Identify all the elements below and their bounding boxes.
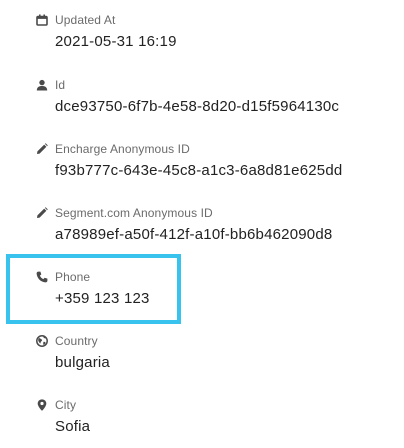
field-value-city: Sofia (55, 418, 91, 435)
map-pin-icon (35, 398, 49, 412)
pencil-icon (35, 206, 49, 220)
field-value-segment-anonymous-id: a78989ef-a50f-412f-a10f-bb6b462090d8 (55, 226, 333, 243)
field-header: Encharge Anonymous ID (30, 142, 190, 156)
field-label-city: City (55, 398, 77, 412)
field-value-encharge-anonymous-id: f93b777c-643e-45c8-a1c3-6a8d81e625dd (55, 162, 343, 179)
field-header: Country (30, 334, 98, 348)
user-icon (35, 78, 49, 92)
field-value-id: dce93750-6f7b-4e58-8d20-d15f5964130c (55, 98, 340, 115)
phone-icon (35, 270, 49, 284)
field-label-phone: Phone (55, 270, 91, 284)
globe-icon (35, 334, 49, 348)
field-header: City (30, 398, 76, 412)
field-value-country: bulgaria (55, 354, 110, 371)
field-value-phone: +359 123 123 (55, 290, 150, 307)
field-segment-anonymous-id: Segment.com Anonymous ID a78989ef-a50f-4… (30, 206, 390, 256)
field-header: Updated At (30, 13, 115, 27)
field-country: Country bulgaria (30, 334, 390, 384)
calendar-icon (35, 13, 49, 27)
field-label-updated-at: Updated At (55, 13, 116, 27)
field-id: Id dce93750-6f7b-4e58-8d20-d15f5964130c (30, 78, 390, 128)
pencil-icon (35, 142, 49, 156)
field-header: Phone (30, 270, 90, 284)
field-header: Segment.com Anonymous ID (30, 206, 213, 220)
field-city: City Sofia (30, 398, 390, 448)
field-label-id: Id (55, 78, 66, 92)
field-label-segment-anonymous-id: Segment.com Anonymous ID (55, 206, 213, 220)
field-value-updated-at: 2021-05-31 16:19 (55, 33, 177, 50)
field-header: Id (30, 78, 65, 92)
field-phone: Phone +359 123 123 (30, 270, 390, 320)
field-updated-at: Updated At 2021-05-31 16:19 (30, 13, 390, 63)
field-encharge-anonymous-id: Encharge Anonymous ID f93b777c-643e-45c8… (30, 142, 390, 192)
field-label-country: Country (55, 334, 98, 348)
field-label-encharge-anonymous-id: Encharge Anonymous ID (55, 142, 190, 156)
